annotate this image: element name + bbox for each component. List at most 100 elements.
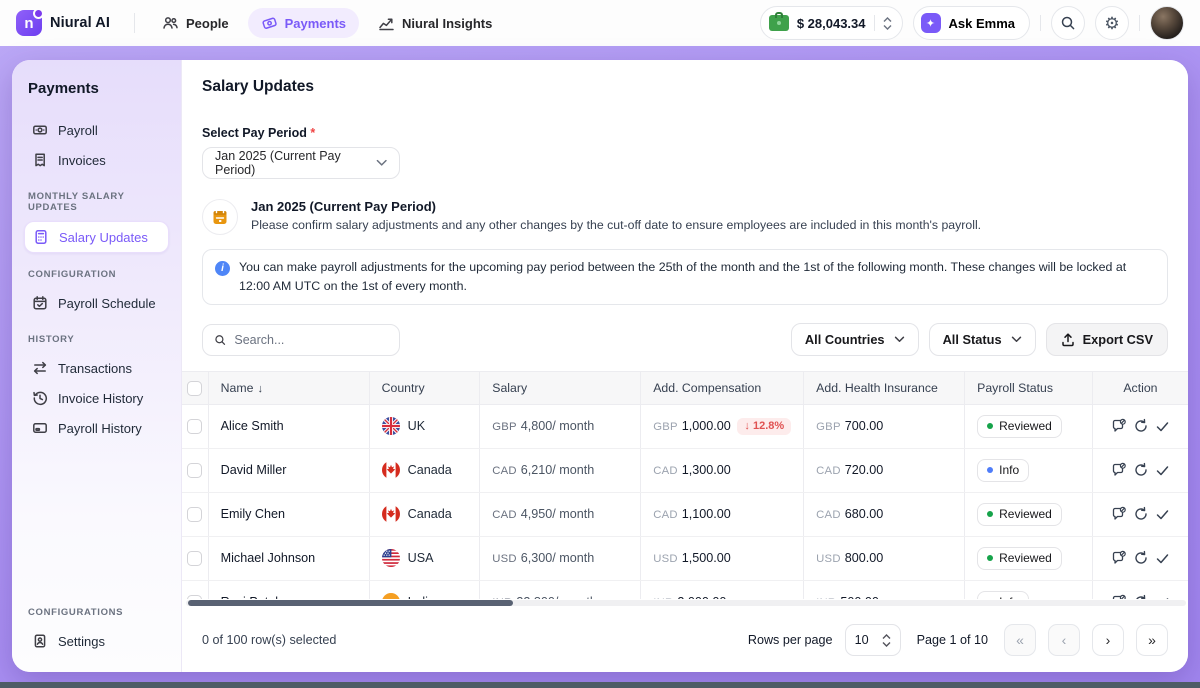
- divider: [1040, 15, 1041, 31]
- insurance-amount: 800.00: [845, 551, 884, 565]
- sidebar-item-salary-updates[interactable]: Salary Updates: [24, 221, 169, 253]
- sidebar-item-payroll-schedule[interactable]: Payroll Schedule: [24, 288, 169, 318]
- comment-status-icon[interactable]: [1111, 506, 1127, 522]
- insurance-amount: 500.00: [840, 595, 879, 599]
- next-page-button[interactable]: ›: [1092, 624, 1124, 656]
- approve-check-icon[interactable]: [1155, 551, 1170, 566]
- comment-status-icon[interactable]: [1111, 462, 1127, 478]
- pay-period-label: Select Pay Period *: [202, 126, 1168, 140]
- main-panel: Salary Updates Select Pay Period * Jan 2…: [182, 60, 1188, 672]
- table-row[interactable]: Ravi Patel India INR32,800/ month INR2,0…: [182, 580, 1188, 599]
- approve-check-icon[interactable]: [1155, 419, 1170, 434]
- balance-pill[interactable]: $ 28,043.34: [760, 6, 903, 40]
- row-checkbox[interactable]: [187, 551, 202, 566]
- select-all-checkbox[interactable]: [187, 381, 202, 396]
- rows-per-page-select[interactable]: 10: [845, 624, 901, 656]
- scrollbar-thumb[interactable]: [188, 600, 513, 606]
- nav-item-niural-insights[interactable]: Niural Insights: [365, 8, 505, 38]
- compensation-currency: CAD: [653, 509, 678, 521]
- horizontal-scrollbar[interactable]: [186, 600, 1186, 606]
- pay-period-select[interactable]: Jan 2025 (Current Pay Period): [202, 147, 400, 179]
- sidebar-title: Payments: [28, 80, 165, 97]
- pay-period-callout: Jan 2025 (Current Pay Period) Please con…: [202, 199, 1168, 235]
- refresh-icon[interactable]: [1133, 462, 1149, 478]
- table-row[interactable]: Emily Chen Canada CAD4,950/ month CAD1,1…: [182, 492, 1188, 536]
- window-bottom-edge: [0, 682, 1200, 688]
- table-row[interactable]: Michael Johnson USA USD6,300/ month USD1…: [182, 536, 1188, 580]
- refresh-icon[interactable]: [1133, 550, 1149, 566]
- sidebar-item-invoice-history[interactable]: Invoice History: [24, 383, 169, 413]
- first-page-button[interactable]: «: [1004, 624, 1036, 656]
- chevron-updown-icon[interactable]: [883, 17, 892, 30]
- chevron-updown-icon: [882, 634, 891, 647]
- settings-button[interactable]: ⚙: [1095, 6, 1129, 40]
- column-header-status[interactable]: Payroll Status: [965, 372, 1093, 404]
- flag-canada-icon: [382, 505, 400, 523]
- status-dot-icon: [987, 467, 993, 473]
- sidebar-item-settings[interactable]: Settings: [24, 626, 169, 656]
- payments-icon: [261, 15, 278, 31]
- table-row[interactable]: David Miller Canada CAD6,210/ month CAD1…: [182, 448, 1188, 492]
- country-filter[interactable]: All Countries: [791, 323, 919, 356]
- column-header-compensation[interactable]: Add. Compensation: [641, 372, 804, 404]
- nav-item-payments[interactable]: Payments: [248, 8, 359, 38]
- row-checkbox[interactable]: [187, 463, 202, 478]
- export-csv-button[interactable]: Export CSV: [1046, 323, 1168, 356]
- employee-name: David Miller: [208, 448, 369, 492]
- row-checkbox[interactable]: [187, 595, 202, 599]
- country-name: UK: [408, 419, 426, 433]
- app-card: Payments PayrollInvoicesMONTHLY SALARY U…: [12, 60, 1188, 672]
- row-checkbox[interactable]: [187, 419, 202, 434]
- column-header-name[interactable]: Name↓: [208, 372, 369, 404]
- search-input[interactable]: [234, 333, 388, 347]
- balance-amount: $ 28,043.34: [797, 16, 866, 31]
- info-note: i You can make payroll adjustments for t…: [202, 249, 1168, 305]
- user-avatar[interactable]: [1150, 6, 1184, 40]
- status-dot-icon: [987, 555, 993, 561]
- sidebar-item-payroll[interactable]: Payroll: [24, 115, 169, 145]
- search-button[interactable]: [1051, 6, 1085, 40]
- selection-info: 0 of 100 row(s) selected: [202, 633, 336, 647]
- table-row[interactable]: Alice Smith UK GBP4,800/ month GBP1,000.…: [182, 404, 1188, 448]
- compensation-amount: 1,500.00: [682, 551, 731, 565]
- column-header-country[interactable]: Country: [369, 372, 480, 404]
- ask-emma-button[interactable]: ✦ Ask Emma: [913, 6, 1030, 40]
- country-name: Canada: [408, 463, 452, 477]
- payroll-status-badge: Reviewed: [977, 503, 1062, 526]
- nav-item-people[interactable]: People: [149, 8, 242, 38]
- country-filter-label: All Countries: [805, 332, 885, 347]
- refresh-icon[interactable]: [1133, 418, 1149, 434]
- approve-check-icon[interactable]: [1155, 595, 1170, 600]
- callout-description: Please confirm salary adjustments and an…: [251, 218, 981, 232]
- sparkle-icon: ✦: [921, 13, 941, 33]
- last-page-button[interactable]: »: [1136, 624, 1168, 656]
- arrows-icon: [32, 360, 48, 376]
- sidebar-item-label: Invoices: [58, 153, 106, 168]
- row-checkbox[interactable]: [187, 507, 202, 522]
- receipt-icon: [32, 152, 48, 168]
- approve-check-icon[interactable]: [1155, 463, 1170, 478]
- refresh-icon[interactable]: [1133, 594, 1149, 599]
- compensation-currency: CAD: [653, 465, 678, 477]
- comment-status-icon[interactable]: [1111, 550, 1127, 566]
- comment-status-icon[interactable]: [1111, 594, 1127, 599]
- info-note-text: You can make payroll adjustments for the…: [239, 258, 1155, 296]
- column-header-salary[interactable]: Salary: [480, 372, 641, 404]
- search-box[interactable]: [202, 324, 400, 356]
- people-icon: [162, 15, 179, 31]
- column-header-insurance[interactable]: Add. Health Insurance: [804, 372, 965, 404]
- sidebar-item-payroll-history[interactable]: Payroll History: [24, 413, 169, 443]
- approve-check-icon[interactable]: [1155, 507, 1170, 522]
- pay-period-label-text: Select Pay Period: [202, 126, 307, 140]
- salary-amount: 4,950/ month: [521, 507, 595, 521]
- sidebar-item-transactions[interactable]: Transactions: [24, 353, 169, 383]
- calendar-badge-icon: [202, 199, 238, 235]
- sidebar-item-invoices[interactable]: Invoices: [24, 145, 169, 175]
- comment-status-icon[interactable]: [1111, 418, 1127, 434]
- prev-page-button[interactable]: ‹: [1048, 624, 1080, 656]
- salary-currency: CAD: [492, 509, 517, 521]
- refresh-icon[interactable]: [1133, 506, 1149, 522]
- brand[interactable]: n Niural AI: [16, 10, 110, 36]
- chevron-down-icon: [1011, 336, 1022, 343]
- status-filter[interactable]: All Status: [929, 323, 1036, 356]
